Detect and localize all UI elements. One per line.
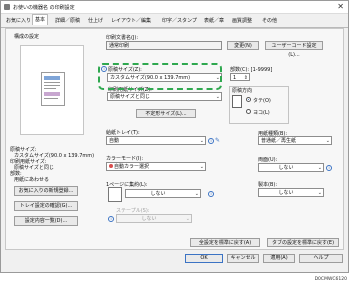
reset-all-button[interactable]: 全設定を標準に戻す(A) [190, 238, 260, 247]
tab-finishing[interactable]: 仕上げ [86, 16, 105, 25]
page-preview [41, 72, 65, 106]
paper-size-select[interactable]: 原稿サイズと同じ ⌄ [107, 92, 222, 101]
layout-select[interactable]: しない ⌄ [125, 189, 201, 198]
booklet-value: しない [278, 190, 294, 196]
booklet-select[interactable]: しない ⌄ [258, 188, 324, 197]
booklet-label: 製本(B): [258, 182, 278, 188]
tab-other[interactable]: その他 [260, 16, 279, 25]
print-settings-window: お使いの機器名 の印刷設定 ✕ お気に入り 基本 詳細／原稿 仕上げ レイアウト… [0, 0, 349, 273]
ok-button[interactable]: OK [185, 254, 223, 263]
staple-value: しない [141, 216, 157, 222]
chevron-down-icon: ⌄ [194, 191, 199, 197]
document-name-label: 印刷文書名(J): [106, 35, 139, 41]
tray-label: 給紙トレイ(T): [106, 130, 140, 136]
color-mode-select[interactable]: 自動カラー選択 ⌄ [106, 162, 206, 171]
tab-layout[interactable]: レイアウト／編集 [109, 16, 153, 25]
original-size-highlight [98, 63, 222, 90]
summary-copies-value: 用紙にあわせる [14, 177, 50, 183]
printer-icon [4, 4, 10, 10]
user-code-button[interactable]: ユーザーコード設定(L)... [265, 41, 323, 58]
spin-arrows-icon[interactable]: ⇕ [244, 74, 248, 80]
portrait-radio[interactable] [246, 97, 251, 102]
duplex-label: 両面(U): [258, 157, 278, 163]
tab-cover[interactable]: 表紙／章 [202, 16, 226, 25]
preview-frame [20, 45, 84, 135]
tab-basic[interactable]: 基本 [32, 14, 49, 25]
document-name-field[interactable]: 通常印刷 [106, 41, 222, 50]
chevron-down-icon: ⌄ [325, 138, 330, 144]
info-icon: i [208, 138, 214, 144]
tab-detail[interactable]: 詳細／原稿 [53, 16, 82, 25]
color-icon [109, 164, 113, 168]
info-icon: i [208, 191, 214, 197]
chevron-down-icon: ⌄ [317, 190, 322, 196]
paper-type-select[interactable]: 普通紙／再生紙 ⌄ [258, 136, 332, 145]
portrait-icon [232, 95, 242, 108]
check-tray-button[interactable]: トレイ設定の確認(G)... [14, 201, 78, 211]
info-icon: i [326, 165, 332, 171]
chevron-down-icon: ⌄ [199, 138, 204, 144]
apply-button[interactable]: 適用(A) [263, 254, 295, 263]
color-mode-label: カラーモード(I): [106, 156, 144, 162]
tab-image[interactable]: 画質調整 [230, 16, 254, 25]
tray-value: 自動 [109, 138, 120, 144]
tab-stamp[interactable]: 印字／スタンプ [160, 16, 199, 25]
close-icon[interactable]: ✕ [337, 2, 344, 12]
add-favorite-button[interactable]: お気に入りの新規登録... [14, 186, 78, 196]
duplex-select[interactable]: しない ⌄ [258, 163, 324, 172]
paper-type-value: 普通紙／再生紙 [261, 138, 297, 144]
staple-label: ステープル(S): [116, 208, 150, 214]
landscape-radio[interactable] [246, 109, 251, 114]
cancel-button[interactable]: キャンセル [227, 254, 259, 263]
chevron-down-icon: ⌄ [317, 165, 322, 171]
copies-label: 部数(C): [1-9999] [230, 67, 273, 73]
reset-tab-button[interactable]: タブの設定を標準に戻す(E) [267, 238, 339, 247]
preview-label: 構成の設定 [14, 34, 40, 40]
copies-stepper[interactable]: 1 ⇕ [230, 73, 250, 81]
copies-value: 1 [233, 75, 237, 81]
chevron-down-icon: ⌄ [215, 94, 220, 100]
chevron-down-icon: ⌄ [185, 216, 190, 222]
chevron-down-icon: ⌄ [199, 164, 204, 170]
duplex-value: しない [278, 165, 294, 171]
window-title: お使いの機器名 の印刷設定 [13, 5, 75, 11]
change-name-button[interactable]: 変更(N) [227, 41, 259, 50]
tray-select[interactable]: 自動 ⌄ [106, 136, 206, 145]
settings-list-button[interactable]: 設定内容一覧(D)... [14, 216, 78, 226]
orientation-label: 原稿方向 [232, 88, 253, 94]
tab-strip: お気に入り 基本 詳細／原稿 仕上げ レイアウト／編集 印字／スタンプ 表紙／章… [1, 13, 348, 28]
settings-panel: 構成の設定 原稿サイズ: カスタムサイズ(90.0 x 139.7mm) 印刷用… [5, 28, 344, 250]
layout-value: しない [150, 191, 166, 197]
figure-caption: D0CMWC6120 [314, 277, 347, 282]
color-mode-value: 自動カラー選択 [114, 164, 150, 170]
layout-preview-icon [108, 187, 122, 202]
portrait-label: タテ(O) [253, 98, 271, 104]
tab-favorites[interactable]: お気に入り [4, 16, 33, 25]
staple-select: しない ⌄ [116, 214, 192, 223]
paper-size-value: 原稿サイズと同じ [110, 94, 150, 100]
help-button[interactable]: ヘルプ [299, 254, 343, 263]
info-icon: i [108, 216, 114, 222]
landscape-label: ヨコ(L) [253, 110, 270, 116]
edit-icon[interactable]: ✎ [215, 137, 222, 144]
custom-size-button[interactable]: 不定形サイズ(L)... [136, 109, 196, 118]
